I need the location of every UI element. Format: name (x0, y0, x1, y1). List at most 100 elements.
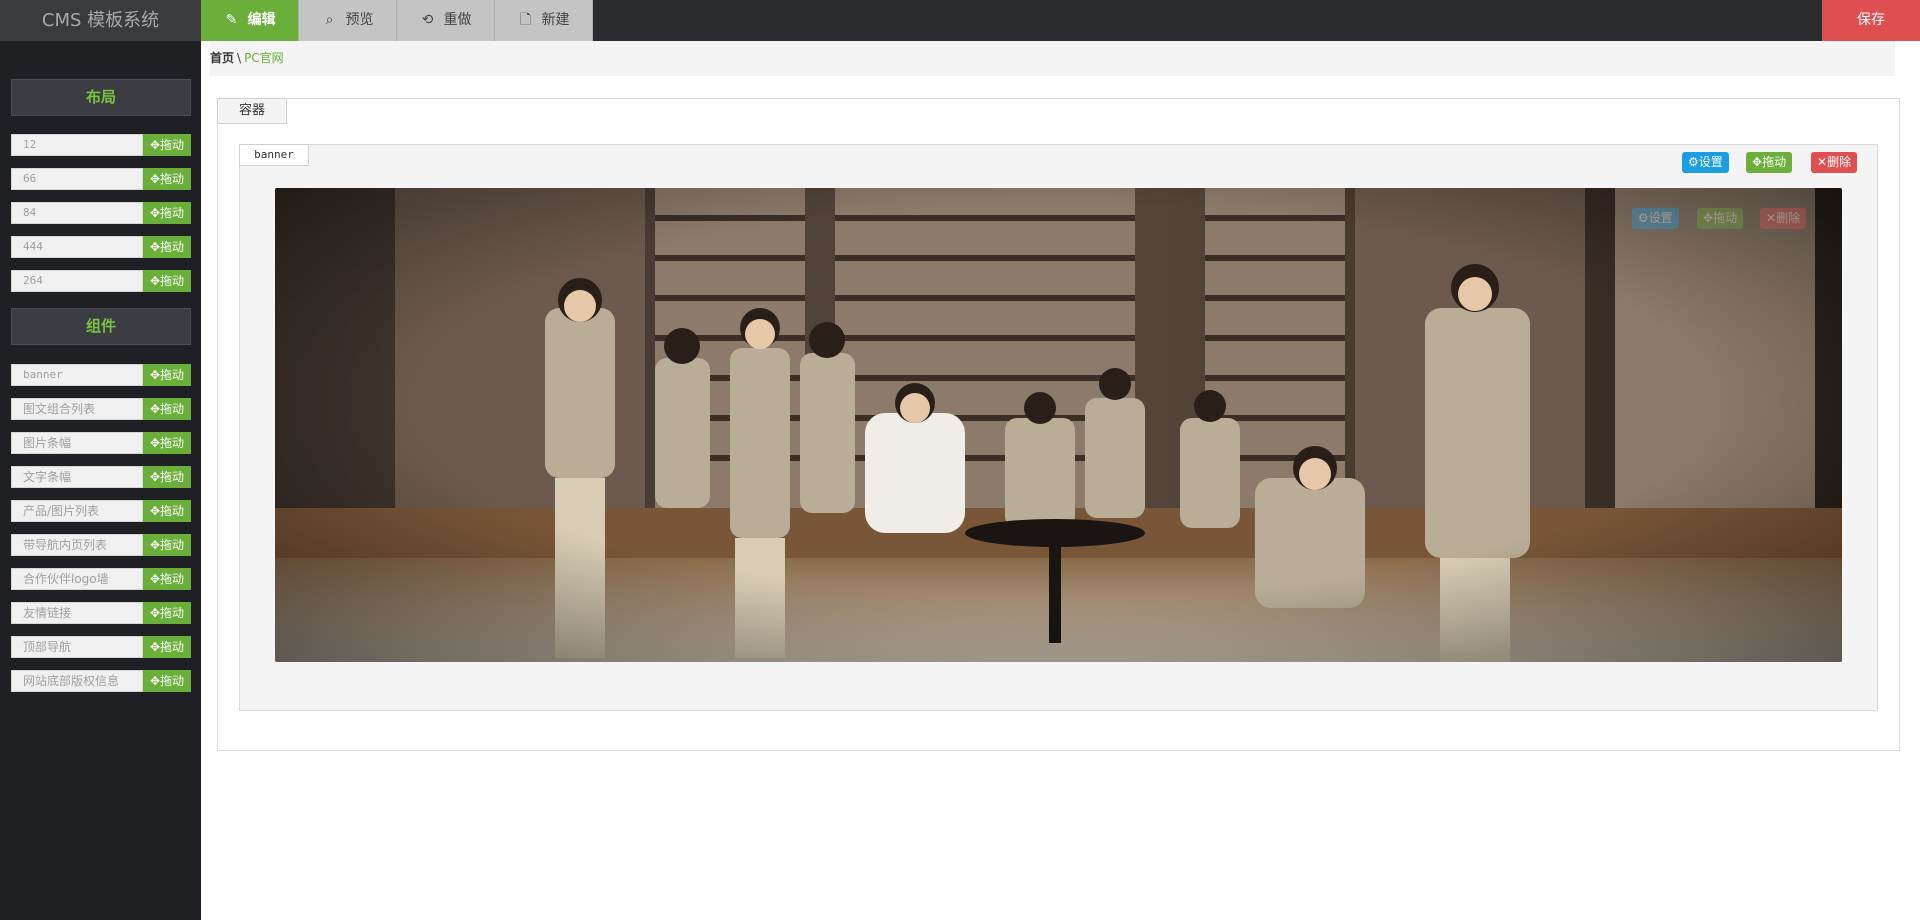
delete-button[interactable]: ✕删除 (1811, 152, 1858, 173)
drag-button[interactable]: ✥拖动 (143, 270, 191, 292)
drag-button[interactable]: ✥拖动 (143, 364, 191, 386)
component-item[interactable]: 带导航内页列表 ✥拖动 (11, 534, 191, 556)
drag-button[interactable]: ✥拖动 (143, 236, 191, 258)
component-item[interactable]: 网站底部版权信息 ✥拖动 (11, 670, 191, 692)
preview-button[interactable]: ⌕ 预览 (299, 0, 397, 41)
drag-button[interactable]: ✥拖动 (143, 500, 191, 522)
drag-label: 拖动 (160, 402, 185, 416)
drag-button[interactable]: ✥拖动 (143, 398, 191, 420)
component-item[interactable]: 友情链接 ✥拖动 (11, 602, 191, 624)
move-icon: ✥ (149, 274, 161, 288)
overlay-drag-label: 拖动 (1713, 211, 1738, 225)
overlay-drag-button[interactable]: ✥拖动 (1697, 208, 1744, 229)
move-icon: ✥ (149, 572, 161, 586)
redo-label: 重做 (443, 12, 472, 28)
drag-button[interactable]: ✥拖动 (143, 602, 191, 624)
settings-label: 设置 (1698, 155, 1723, 169)
component-item[interactable]: 合作伙伴logo墙 ✥拖动 (11, 568, 191, 590)
container-tab: 容器 (217, 98, 287, 124)
component-item-label: 网站底部版权信息 (11, 670, 143, 692)
component-item[interactable]: 产品/图片列表 ✥拖动 (11, 500, 191, 522)
drag-label: 拖动 (160, 606, 185, 620)
drag-button[interactable]: ✥拖动 (143, 534, 191, 556)
drag-label: 拖动 (160, 572, 185, 586)
component-item[interactable]: banner ✥拖动 (11, 364, 191, 386)
move-icon: ✥ (149, 470, 161, 484)
drag-button[interactable]: ✥拖动 (143, 134, 191, 156)
layout-section-title: 布局 (11, 79, 191, 116)
move-icon: ✥ (149, 138, 161, 152)
move-icon: ✥ (149, 640, 161, 654)
layout-item[interactable]: 66 ✥拖动 (11, 168, 191, 190)
move-icon: ✥ (149, 674, 161, 688)
drag-label: 拖动 (160, 640, 185, 654)
drag-label: 拖动 (160, 138, 185, 152)
layout-item-label: 84 (11, 202, 143, 224)
preview-icon: ⌕ (325, 12, 334, 28)
layout-item[interactable]: 12 ✥拖动 (11, 134, 191, 156)
move-icon: ✥ (149, 436, 161, 450)
save-button[interactable]: 保存 (1822, 0, 1920, 41)
component-item-label: 合作伙伴logo墙 (11, 568, 143, 590)
component-item-label: banner (11, 364, 143, 386)
overlay-settings-label: 设置 (1648, 211, 1673, 225)
drag-button[interactable]: ✥拖动 (143, 202, 191, 224)
drag-label: 拖动 (160, 368, 185, 382)
edit-button[interactable]: ✎ 编辑 (201, 0, 299, 41)
drag-label: 拖动 (160, 206, 185, 220)
settings-button[interactable]: ⚙设置 (1682, 152, 1729, 173)
drag-label: 拖动 (160, 274, 185, 288)
drag-label: 拖动 (160, 240, 185, 254)
drag-button[interactable]: ✥拖动 (143, 432, 191, 454)
layout-item-label: 264 (11, 270, 143, 292)
component-item-label: 文字条幅 (11, 466, 143, 488)
breadcrumb-separator: \ (237, 51, 242, 65)
move-icon: ✥ (1703, 211, 1714, 225)
layout-item[interactable]: 264 ✥拖动 (11, 270, 191, 292)
layout-item[interactable]: 444 ✥拖动 (11, 236, 191, 258)
breadcrumb-current[interactable]: PC官网 (244, 51, 284, 65)
component-item-label: 带导航内页列表 (11, 534, 143, 556)
new-label: 新建 (541, 12, 570, 28)
component-item[interactable]: 顶部导航 ✥拖动 (11, 636, 191, 658)
overlay-delete-label: 删除 (1776, 211, 1801, 225)
component-item-label: 产品/图片列表 (11, 500, 143, 522)
drag-button[interactable]: ✥拖动 (143, 466, 191, 488)
new-button[interactable]: 🗋 新建 (495, 0, 593, 41)
app-title: CMS 模板系统 (0, 0, 201, 41)
move-icon: ✥ (149, 606, 161, 620)
drag-button[interactable]: ✥拖动 (143, 636, 191, 658)
new-file-icon: 🗋 (519, 12, 532, 28)
drag-label: 拖动 (160, 674, 185, 688)
preview-label: 预览 (345, 12, 374, 28)
component-item-label: 图文组合列表 (11, 398, 143, 420)
drag-label: 拖动 (160, 504, 185, 518)
close-icon: ✕ (1766, 211, 1777, 225)
sidebar: 布局 12 ✥拖动 66 ✥拖动 84 ✥拖动 444 ✥拖动 264 ✥拖动 … (0, 41, 201, 920)
move-icon: ✥ (1752, 155, 1763, 169)
breadcrumb-home[interactable]: 首页 (210, 51, 234, 65)
move-icon: ✥ (149, 368, 161, 382)
overlay-delete-button[interactable]: ✕删除 (1760, 208, 1807, 229)
drag-button[interactable]: ✥拖动 (143, 568, 191, 590)
overlay-settings-button[interactable]: ⚙设置 (1632, 208, 1679, 229)
layout-item-label: 444 (11, 236, 143, 258)
component-item-label: 图片条幅 (11, 432, 143, 454)
drag-button[interactable]: ✥拖动 (143, 670, 191, 692)
component-item[interactable]: 图片条幅 ✥拖动 (11, 432, 191, 454)
redo-button[interactable]: ⟲ 重做 (397, 0, 495, 41)
breadcrumb: 首页 \ PC官网 (210, 41, 1895, 76)
banner-image (275, 188, 1842, 662)
drag-block-button[interactable]: ✥拖动 (1746, 152, 1793, 173)
drag-label: 拖动 (1762, 155, 1787, 169)
edit-label: 编辑 (247, 12, 276, 28)
component-item[interactable]: 图文组合列表 ✥拖动 (11, 398, 191, 420)
move-icon: ✥ (149, 172, 161, 186)
gear-icon: ⚙ (1638, 211, 1649, 225)
component-item[interactable]: 文字条幅 ✥拖动 (11, 466, 191, 488)
drag-label: 拖动 (160, 436, 185, 450)
layout-item[interactable]: 84 ✥拖动 (11, 202, 191, 224)
delete-label: 删除 (1827, 155, 1852, 169)
drag-button[interactable]: ✥拖动 (143, 168, 191, 190)
drag-label: 拖动 (160, 172, 185, 186)
